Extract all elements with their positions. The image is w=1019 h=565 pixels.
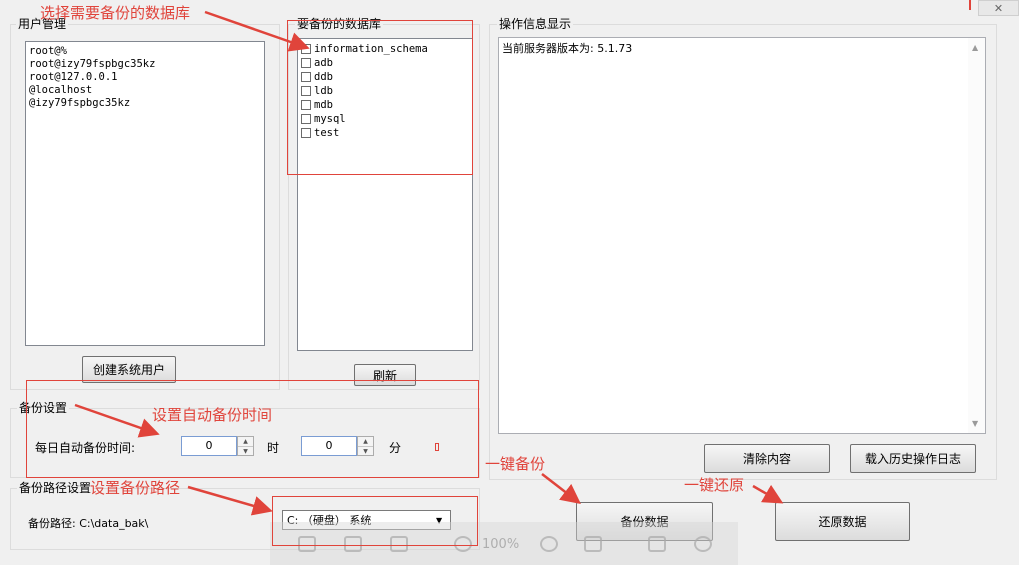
ops-log-text: 当前服务器版本为: 5.1.73: [502, 42, 633, 55]
list-item[interactable]: @izy79fspbgc35kz: [29, 97, 130, 110]
user-list[interactable]: root@% root@izy79fspbgc35kz root@127.0.0…: [25, 41, 265, 346]
window-close-button[interactable]: ✕: [978, 0, 1019, 16]
annotation-box-drive: [272, 496, 478, 546]
arrow-one-click-restore: [752, 484, 784, 504]
backup-path-title: 备份路径设置: [17, 481, 94, 495]
annotation-one-click-restore: 一键还原: [684, 476, 745, 494]
clear-content-button[interactable]: 清除内容: [704, 444, 830, 473]
create-system-user-button[interactable]: 创建系统用户: [82, 356, 176, 383]
load-history-log-button[interactable]: 载入历史操作日志: [850, 444, 976, 473]
backup-path-label: 备份路径: C:\data_bak\: [28, 517, 149, 530]
annotation-box-databases: [287, 20, 473, 175]
list-item[interactable]: root@izy79fspbgc35kz: [29, 58, 155, 71]
scroll-down-icon[interactable]: ▼: [972, 419, 978, 428]
list-item[interactable]: root@%: [29, 45, 67, 58]
annotation-select-db: 选择需要备份的数据库: [40, 4, 191, 22]
zoom-in-icon[interactable]: [540, 536, 558, 552]
restore-data-button[interactable]: 还原数据: [775, 502, 910, 541]
zoom-level: 100%: [482, 537, 520, 552]
annotation-one-click-backup: 一键备份: [485, 455, 546, 473]
annotation-auto-time: 设置自动备份时间: [152, 406, 273, 424]
list-item[interactable]: root@127.0.0.1: [29, 71, 118, 84]
ops-log-scrollbar[interactable]: ▲ ▼: [968, 38, 985, 433]
annotation-backup-path: 设置备份路径: [90, 479, 181, 497]
ops-log-title: 操作信息显示: [497, 17, 574, 31]
red-marker-icon: [969, 0, 971, 10]
scroll-up-icon[interactable]: ▲: [972, 43, 978, 52]
crop-icon[interactable]: [648, 536, 666, 552]
fit-icon[interactable]: [584, 536, 602, 552]
close-icon: ✕: [993, 1, 1004, 15]
rotate-icon[interactable]: [694, 536, 712, 552]
annotation-box-backup-time: [26, 380, 479, 478]
list-item[interactable]: @localhost: [29, 84, 92, 97]
ops-log-textarea[interactable]: 当前服务器版本为: 5.1.73 ▲ ▼: [498, 37, 986, 434]
